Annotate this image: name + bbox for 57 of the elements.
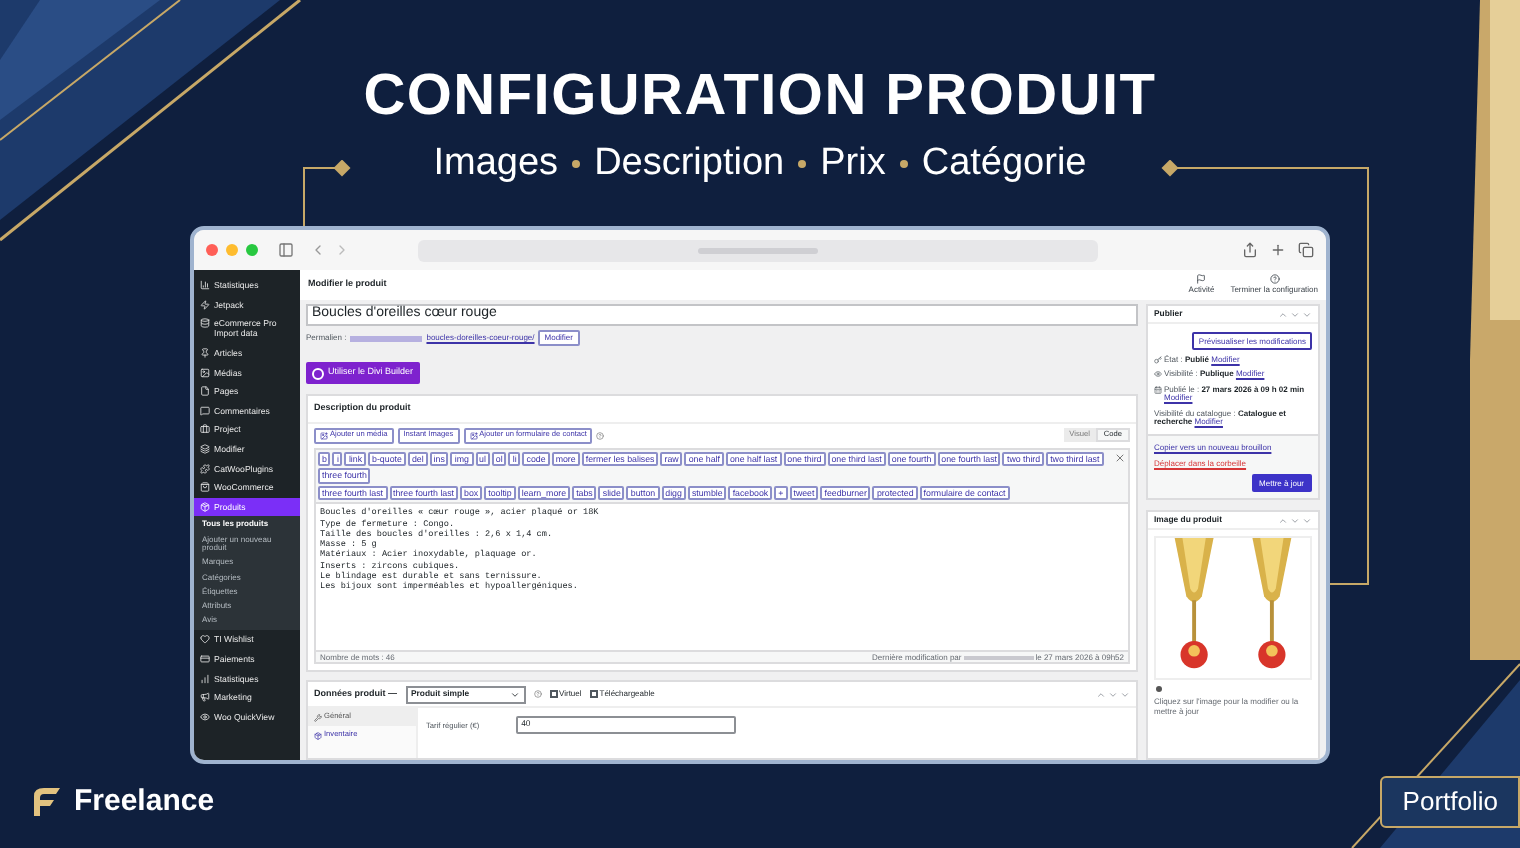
move-up-icon[interactable] [1278, 309, 1288, 319]
move-up-icon[interactable] [1096, 689, 1106, 699]
sidebar-toggle-icon[interactable] [278, 242, 294, 258]
menu-icon [200, 711, 210, 722]
menu-icon [200, 463, 210, 474]
flag-icon [1196, 274, 1207, 284]
menu-icon [200, 482, 210, 493]
headline-title: CONFIGURATION PRODUIT [363, 62, 1157, 130]
toggle-panel-icon[interactable] [1120, 689, 1130, 699]
menu-icon [200, 318, 210, 329]
menu-icon [200, 367, 210, 378]
toggle-panel-icon[interactable] [1302, 515, 1312, 526]
topic-label: Images [433, 142, 559, 186]
menu-icon [200, 386, 210, 397]
help-icon[interactable] [533, 690, 541, 698]
tabs-icon[interactable] [1298, 242, 1314, 258]
blurred-url-icon [350, 335, 423, 341]
portfolio-badge: Portfolio [1380, 776, 1520, 827]
media-icon [469, 431, 478, 440]
topic-label: Description [594, 142, 785, 186]
checkbox[interactable] [549, 690, 557, 698]
wrench-icon [314, 713, 322, 721]
move-down-icon[interactable] [1108, 689, 1118, 699]
forward-icon[interactable] [334, 242, 350, 258]
menu-icon [200, 299, 210, 310]
menu-icon [200, 673, 210, 684]
caret-icon [509, 689, 519, 699]
menu-icon [200, 348, 210, 359]
move-down-icon[interactable] [1290, 309, 1300, 319]
close-icon[interactable] [1114, 451, 1126, 464]
status-icon [1154, 370, 1162, 379]
status-icon [1154, 356, 1162, 364]
checkbox[interactable] [589, 690, 598, 698]
menu-icon [200, 424, 210, 435]
address-bar[interactable] [418, 239, 1098, 261]
move-up-icon[interactable] [1278, 515, 1288, 526]
menu-icon [200, 653, 210, 664]
menu-icon [200, 634, 210, 645]
logo-icon [28, 783, 64, 820]
topic-label: Prix [820, 142, 886, 186]
new-tab-icon[interactable] [1270, 242, 1286, 258]
topic-label: Catégorie [921, 142, 1087, 186]
menu-icon [200, 692, 210, 703]
menu-icon [200, 280, 210, 291]
divi-logo-icon [312, 367, 324, 379]
menu-icon [200, 444, 210, 455]
move-down-icon[interactable] [1290, 515, 1300, 526]
brand-name: Freelance [74, 781, 215, 821]
status-icon [1154, 385, 1162, 394]
media-icon [320, 431, 328, 440]
share-icon[interactable] [1242, 242, 1258, 258]
back-icon[interactable] [310, 242, 326, 258]
menu-icon [200, 501, 210, 512]
menu-icon [200, 405, 210, 416]
toggle-panel-icon[interactable] [1302, 309, 1312, 319]
box-icon [314, 731, 322, 739]
help-icon[interactable] [596, 431, 605, 440]
